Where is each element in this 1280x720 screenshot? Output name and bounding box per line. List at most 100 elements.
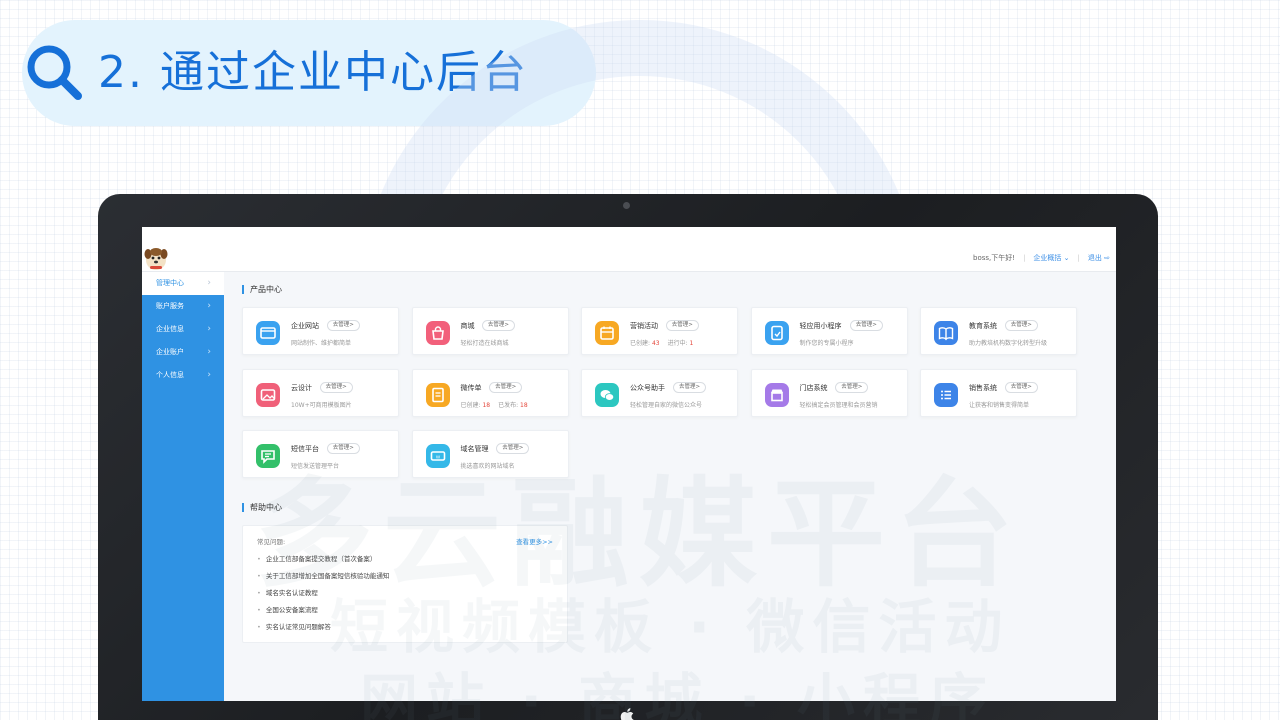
product-description: 短信发送管理平台: [291, 463, 340, 470]
product-name: 云设计: [291, 383, 312, 392]
chevron-right-icon: ›: [207, 301, 211, 311]
logout-label: 退出: [1087, 254, 1102, 262]
sidebar-item-label: 企业信息: [156, 325, 184, 333]
chevron-right-icon: ›: [207, 370, 211, 380]
manage-button[interactable]: 去管理>: [1004, 381, 1038, 393]
product-card[interactable]: 商城 去管理> 轻松打造在线商城: [411, 307, 569, 355]
faq-item[interactable]: 域名实名认证教程: [257, 587, 318, 597]
mini-program-icon: [764, 321, 789, 345]
wechat-icon: [595, 382, 619, 407]
product-name: 域名管理: [460, 445, 489, 453]
search-icon: [27, 45, 82, 100]
product-card[interactable]: 云设计 去管理> 10W+可商用模板图片: [242, 368, 399, 417]
sidebar-item-label: 账户服务: [156, 302, 184, 310]
website-icon: [256, 321, 280, 345]
list-icon: [934, 382, 958, 407]
product-description: 轻松打造在线商城: [460, 340, 509, 347]
product-card[interactable]: 短信平台 去管理> 短信发送管理平台: [242, 430, 399, 478]
manage-button[interactable]: 去管理>: [489, 381, 523, 393]
product-name: 短信平台: [291, 445, 319, 453]
product-description: 制作您的专属小程序: [799, 340, 854, 347]
product-card[interactable]: 公众号助手 去管理> 轻松管理自家的微信公众号: [581, 368, 738, 417]
manage-button[interactable]: 去管理>: [496, 443, 530, 454]
main-content: 产品中心 企业网站 去管理> 网站制作、维护都简单 商城 去管理> 轻松打造在线商城 营销活…: [242, 272, 1108, 701]
top-bar-right: boss,下午好! | 企业概括 ⌄ | 退出 ⇨: [973, 253, 1110, 263]
sms-icon: [256, 444, 280, 468]
faq-label: 常见问题:: [257, 538, 286, 546]
domain-icon: W: [425, 444, 450, 468]
chevron-right-icon: ›: [207, 347, 211, 357]
chevron-down-icon: ⌄: [1063, 254, 1070, 262]
stat-value: 18: [518, 401, 528, 409]
stat-label: 已创建:: [630, 340, 651, 347]
manage-button[interactable]: 去管理>: [1004, 320, 1038, 331]
app-screen: boss,下午好! | 企业概括 ⌄ | 退出 ⇨ 管理中心 › 账户服务 › 企业…: [142, 227, 1116, 701]
stat-value: 43: [650, 340, 660, 347]
manage-button[interactable]: 去管理>: [319, 381, 353, 393]
product-card[interactable]: 营销活动 去管理> 已创建: 43 进行中: 1: [581, 307, 738, 355]
product-name: 门店系统: [799, 383, 828, 392]
product-description: 网站制作、维护都简单: [291, 340, 352, 347]
logout-link[interactable]: 退出 ⇨: [1088, 253, 1110, 263]
shop-bag-icon: [425, 321, 450, 345]
product-card[interactable]: 轻应用小程序 去管理> 制作您的专属小程序: [750, 307, 908, 355]
sidebar-item-personal-info[interactable]: 个人信息 ›: [142, 364, 224, 387]
svg-text:W: W: [435, 454, 440, 459]
product-name: 销售系统: [969, 383, 997, 392]
help-center-title: 帮助中心: [242, 503, 282, 512]
faq-item[interactable]: 全国公安备案流程: [257, 604, 318, 614]
overview-label: 企业概括: [1033, 254, 1062, 262]
sidebar-item-account-service[interactable]: 账户服务 ›: [142, 295, 224, 318]
product-description: 轻松搞定会员管理和会员营销: [799, 401, 878, 409]
flyer-icon: [425, 382, 450, 407]
sidebar-item-label: 企业账户: [156, 348, 184, 356]
stat-label: 已发布:: [498, 401, 519, 409]
logout-icon: ⇨: [1104, 254, 1110, 262]
sidebar-item-company-account[interactable]: 企业账户 ›: [142, 341, 224, 364]
chevron-right-icon: ›: [207, 324, 211, 334]
faq-item[interactable]: 实名认证常见问题解答: [257, 621, 331, 631]
sidebar-item-label: 管理中心: [156, 279, 184, 287]
product-description: 已创建: 43 进行中: 1: [630, 338, 693, 347]
product-card[interactable]: 销售系统 去管理> 让获客和销售变得简单: [920, 368, 1077, 417]
sidebar-item-company-info[interactable]: 企业信息 ›: [142, 318, 224, 341]
product-card[interactable]: 微传单 去管理> 已创建: 18 已发布: 18: [411, 368, 569, 417]
avatar[interactable]: [144, 245, 168, 271]
manage-button[interactable]: 去管理>: [326, 443, 360, 454]
manage-button[interactable]: 去管理>: [665, 320, 699, 331]
product-description: 让获客和销售变得简单: [969, 401, 1030, 409]
product-description: 已创建: 18 已发布: 18: [461, 400, 528, 409]
faq-item[interactable]: 企业工信部备案提交教程（首次备案）: [257, 553, 377, 563]
view-more-link[interactable]: 查看更多>>: [516, 536, 553, 546]
product-card[interactable]: 教育系统 去管理> 助力教培机构数字化转型升级: [920, 307, 1077, 355]
stat-value: 1: [687, 340, 694, 347]
stat-value: 18: [480, 401, 491, 409]
divider: |: [1077, 254, 1080, 262]
stat-label: 已创建:: [460, 401, 481, 409]
product-card[interactable]: W 域名管理 去管理> 挑选喜欢的网站域名: [411, 430, 569, 478]
product-card[interactable]: 企业网站 去管理> 网站制作、维护都简单: [242, 307, 399, 355]
manage-button[interactable]: 去管理>: [481, 320, 515, 331]
overview-menu[interactable]: 企业概括 ⌄: [1033, 253, 1069, 263]
faq-item[interactable]: 关于工信部增加全国备案短信核验功能通知: [257, 570, 390, 580]
camera-dot: [623, 202, 630, 209]
sidebar-item-management[interactable]: 管理中心 ›: [142, 272, 224, 295]
chevron-right-icon: ›: [207, 278, 211, 288]
image-icon: [256, 382, 280, 407]
manage-button[interactable]: 去管理>: [849, 320, 883, 331]
manage-button[interactable]: 去管理>: [326, 320, 360, 331]
manage-button[interactable]: 去管理>: [673, 381, 707, 393]
stat-label: 进行中:: [667, 340, 688, 347]
book-icon: [934, 321, 958, 345]
apple-logo-icon: [620, 708, 634, 720]
sidebar: 管理中心 › 账户服务 › 企业信息 › 企业账户 › 个人信息 ›: [142, 272, 224, 701]
sidebar-item-label: 个人信息: [156, 371, 184, 379]
product-card[interactable]: 门店系统 去管理> 轻松搞定会员管理和会员营销: [750, 368, 908, 417]
help-center-box: 常见问题: 查看更多>> 企业工信部备案提交教程（首次备案） 关于工信部增加全国…: [242, 525, 568, 643]
product-description: 10W+可商用模板图片: [291, 401, 352, 409]
product-name: 商城: [460, 322, 475, 330]
product-description: 助力教培机构数字化转型升级: [969, 340, 1048, 347]
product-name: 公众号助手: [630, 383, 665, 392]
manage-button[interactable]: 去管理>: [835, 381, 869, 393]
product-name: 企业网站: [291, 322, 319, 330]
